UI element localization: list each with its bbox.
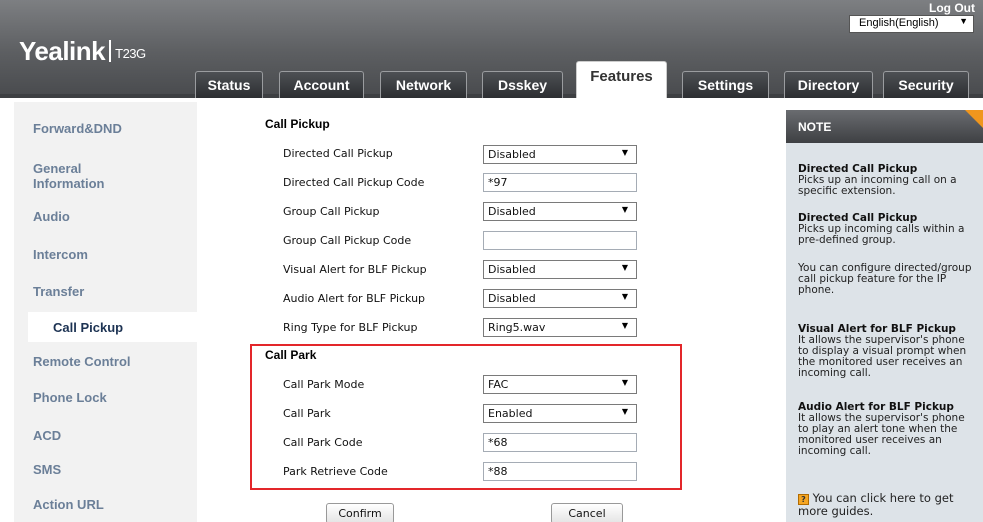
note-body: You can configure directed/group call pi… [798, 262, 972, 296]
sidebar-item-phone-lock[interactable]: Phone Lock [33, 390, 216, 405]
language-value: English(English) [859, 17, 939, 29]
confirm-button[interactable]: Confirm [326, 503, 394, 522]
call-park-code-input[interactable]: *68 [483, 433, 637, 452]
group-call-pickup-value: Disabled [488, 205, 536, 218]
call-park-value: Enabled [488, 407, 533, 420]
language-select[interactable]: English(English) ▼ [849, 15, 974, 33]
note-body: Picks up an incoming call on a specific … [798, 174, 957, 197]
visual-alert-blf-pickup-value: Disabled [488, 263, 536, 276]
sidebar-item-remote-control[interactable]: Remote Control [33, 354, 216, 369]
cancel-button[interactable]: Cancel [551, 503, 623, 522]
call-park-label: Call Park [283, 407, 331, 420]
note-panel: NOTE Directed Call Pickup Picks up an in… [786, 110, 983, 522]
audio-alert-blf-pickup-label: Audio Alert for BLF Pickup [283, 292, 426, 305]
chevron-down-icon: ▼ [621, 263, 628, 272]
brand-logo: Yealink T23G [19, 36, 146, 67]
model-name: T23G [115, 46, 146, 61]
chevron-down-icon: ▼ [621, 321, 628, 330]
logo-separator [109, 40, 112, 62]
chevron-down-icon: ▼ [959, 16, 968, 26]
help-guides-text: You can click here to get more guides. [798, 491, 954, 518]
park-retrieve-code-input[interactable]: *88 [483, 462, 637, 481]
note-body: It allows the supervisor's phone to play… [798, 412, 965, 457]
call-park-select[interactable]: Enabled ▼ [483, 404, 637, 423]
tab-directory[interactable]: Directory [784, 71, 873, 98]
call-park-mode-label: Call Park Mode [283, 378, 365, 391]
tab-network[interactable]: Network [380, 71, 467, 98]
tab-security[interactable]: Security [883, 71, 969, 98]
call-park-mode-value: FAC [488, 378, 509, 391]
call-park-mode-select[interactable]: FAC ▼ [483, 375, 637, 394]
chevron-down-icon: ▼ [621, 407, 628, 416]
group-call-pickup-select[interactable]: Disabled ▼ [483, 202, 637, 221]
ring-type-blf-pickup-select[interactable]: Ring5.wav ▼ [483, 318, 637, 337]
call-pickup-title: Call Pickup [265, 117, 330, 131]
visual-alert-blf-pickup-select[interactable]: Disabled ▼ [483, 260, 637, 279]
note-section: Visual Alert for BLF Pickup It allows th… [798, 324, 978, 379]
directed-call-pickup-select[interactable]: Disabled ▼ [483, 145, 637, 164]
group-call-pickup-code-input[interactable] [483, 231, 637, 250]
call-park-title: Call Park [265, 348, 317, 362]
note-body: Picks up incoming calls within a pre-def… [798, 223, 965, 246]
chevron-down-icon: ▼ [621, 205, 628, 214]
group-call-pickup-code-label: Group Call Pickup Code [283, 234, 412, 247]
ring-type-blf-pickup-value: Ring5.wav [488, 321, 546, 334]
tab-features[interactable]: Features [576, 61, 667, 98]
sidebar-item-intercom[interactable]: Intercom [33, 247, 216, 262]
ring-type-blf-pickup-label: Ring Type for BLF Pickup [283, 321, 418, 334]
sidebar: Forward&DND General Information Audio In… [14, 102, 197, 522]
note-title: NOTE [786, 110, 983, 143]
tab-account[interactable]: Account [279, 71, 364, 98]
tab-status[interactable]: Status [195, 71, 263, 98]
note-section: Audio Alert for BLF Pickup It allows the… [798, 402, 978, 457]
sidebar-item-action-url[interactable]: Action URL [33, 497, 216, 512]
sidebar-item-acd[interactable]: ACD [33, 428, 216, 443]
directed-call-pickup-label: Directed Call Pickup [283, 147, 393, 160]
park-retrieve-code-label: Park Retrieve Code [283, 465, 388, 478]
help-guides-link[interactable]: ? You can click here to get more guides. [798, 492, 978, 518]
chevron-down-icon: ▼ [621, 292, 628, 301]
sidebar-item-call-pickup[interactable]: Call Pickup [28, 312, 197, 342]
note-corner-accent [965, 110, 983, 128]
audio-alert-blf-pickup-select[interactable]: Disabled ▼ [483, 289, 637, 308]
brand-name: Yealink [19, 36, 106, 66]
tab-dsskey[interactable]: Dsskey [482, 71, 563, 98]
note-body: It allows the supervisor's phone to disp… [798, 334, 967, 379]
tab-settings[interactable]: Settings [682, 71, 769, 98]
sidebar-item-general-information[interactable]: General Information [33, 161, 216, 191]
logout-link[interactable]: Log Out [929, 1, 975, 15]
sidebar-item-transfer[interactable]: Transfer [33, 284, 216, 299]
chevron-down-icon: ▼ [621, 148, 628, 157]
note-section: Directed Call Pickup Picks up an incomin… [798, 164, 978, 197]
call-park-code-label: Call Park Code [283, 436, 363, 449]
directed-call-pickup-code-label: Directed Call Pickup Code [283, 176, 425, 189]
group-call-pickup-label: Group Call Pickup [283, 205, 380, 218]
sidebar-item-sms[interactable]: SMS [33, 462, 216, 477]
sidebar-item-forward-dnd[interactable]: Forward&DND [33, 121, 216, 136]
sidebar-item-audio[interactable]: Audio [33, 209, 216, 224]
visual-alert-blf-pickup-label: Visual Alert for BLF Pickup [283, 263, 427, 276]
chevron-down-icon: ▼ [621, 378, 628, 387]
audio-alert-blf-pickup-value: Disabled [488, 292, 536, 305]
note-section: You can configure directed/group call pi… [798, 263, 978, 296]
directed-call-pickup-code-input[interactable]: *97 [483, 173, 637, 192]
directed-call-pickup-value: Disabled [488, 148, 536, 161]
note-section: Directed Call Pickup Picks up incoming c… [798, 213, 978, 246]
